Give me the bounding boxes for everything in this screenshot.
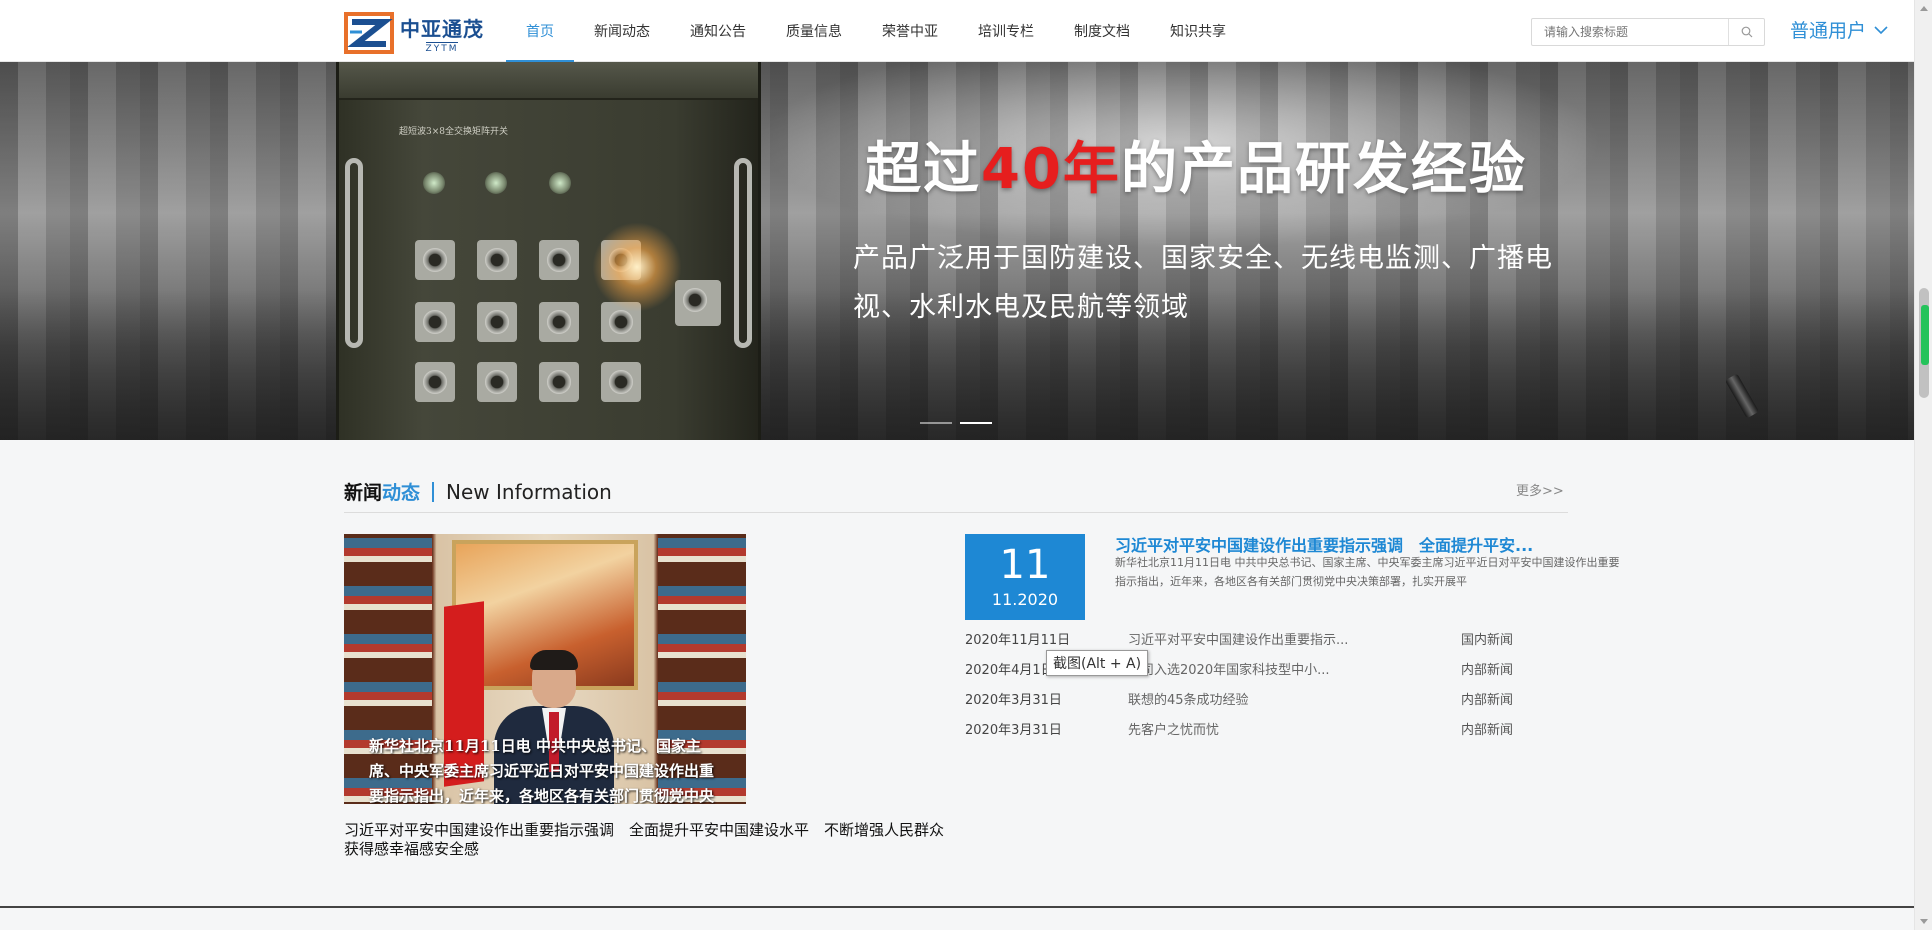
device-title: 超短波3×8全交换矩阵开关 xyxy=(399,127,508,137)
item-category: 内部新闻 xyxy=(1461,723,1514,738)
site-logo[interactable]: 中亚通茂 ZYTM xyxy=(344,12,484,54)
product-device-image: 超短波3×8全交换矩阵开关 xyxy=(336,62,761,440)
light-glow xyxy=(592,222,682,312)
photo-overlay-text: 新华社北京11月11日电 中共中央总书记、国家主席、中央军委主席习近平近日对平安… xyxy=(369,737,715,804)
banner-headline: 超过40年的产品研发经验 xyxy=(865,124,1527,205)
nav-training[interactable]: 培训专栏 xyxy=(958,0,1054,62)
nav-news[interactable]: 新闻动态 xyxy=(574,0,670,62)
site-header: 中亚通茂 ZYTM 首页 新闻动态 通知公告 质量信息 荣誉中亚 培训专栏 制度… xyxy=(0,0,1914,62)
page-scrollbar[interactable] xyxy=(1914,0,1932,930)
nav-honors[interactable]: 荣誉中亚 xyxy=(862,0,958,62)
item-date: 2020年3月31日 xyxy=(965,693,1062,708)
logo-en: ZYTM xyxy=(425,41,459,54)
list-item[interactable]: 2020年3月31日 联想的45条成功经验 内部新闻 xyxy=(965,691,1585,721)
carousel-dot-1[interactable] xyxy=(920,422,952,424)
device-led xyxy=(423,172,445,194)
photo-caption[interactable]: 习近平对平安中国建设作出重要指示强调 全面提升平安中国建设水平 不断增强人民群众… xyxy=(344,821,944,859)
scroll-down-icon[interactable] xyxy=(1920,919,1928,924)
item-category: 国内新闻 xyxy=(1461,633,1514,648)
device-led xyxy=(485,172,507,194)
featured-description: 新华社北京11月11日电 中共中央总书记、国家主席、中央军委主席习近平近日对平安… xyxy=(1115,556,1620,588)
section-divider xyxy=(344,512,1568,513)
device-top xyxy=(339,62,758,100)
banner-subline: 产品广泛用于国防建设、国家安全、无线电监测、广播电视、水利水电及民航等领域 xyxy=(853,243,1553,323)
screenshot-tooltip: 截图(Alt + A) xyxy=(1046,650,1149,676)
item-title[interactable]: 习近平对平安中国建设作出重要指示... xyxy=(1128,631,1348,651)
user-label: 普通用户 xyxy=(1790,20,1867,42)
list-item[interactable]: 2020年3月31日 先客户之忧而忧 内部新闻 xyxy=(965,721,1585,751)
carousel-dots xyxy=(920,422,992,424)
device-connector xyxy=(539,302,579,342)
device-connector xyxy=(477,362,517,402)
device-connector xyxy=(675,280,721,326)
device-connector xyxy=(539,240,579,280)
headline-post: 的产品研发经验 xyxy=(1120,137,1527,202)
nav-notices[interactable]: 通知公告 xyxy=(670,0,766,62)
title-separator xyxy=(432,481,435,502)
search-icon[interactable] xyxy=(1728,19,1764,45)
device-connector xyxy=(539,362,579,402)
device-connector xyxy=(601,362,641,402)
logo-text: 中亚通茂 ZYTM xyxy=(400,13,484,54)
news-photo[interactable]: 新华社北京11月11日电 中共中央总书记、国家主席、中央军委主席习近平近日对平安… xyxy=(344,534,746,804)
device-handle-right xyxy=(734,158,752,348)
device-connector xyxy=(415,240,455,280)
device-handle-left xyxy=(345,158,363,348)
nav-knowledge[interactable]: 知识共享 xyxy=(1150,0,1246,62)
nav-home[interactable]: 首页 xyxy=(506,0,574,62)
device-connector xyxy=(477,240,517,280)
bottom-divider xyxy=(0,906,1914,908)
news-list: 2020年11月11日 习近平对平安中国建设作出重要指示... 国内新闻 202… xyxy=(965,631,1585,751)
featured-date-box: 11 11.2020 xyxy=(965,534,1085,620)
item-date: 2020年11月11日 xyxy=(965,633,1071,648)
chevron-down-icon xyxy=(1874,25,1888,34)
item-category: 内部新闻 xyxy=(1461,693,1514,708)
user-menu[interactable]: 普通用户 xyxy=(1790,16,1888,43)
news-section-title: 新闻 动态 New Information xyxy=(344,478,612,505)
item-date: 2020年4月1日 xyxy=(965,663,1054,678)
device-connector xyxy=(415,362,455,402)
device-led xyxy=(549,172,571,194)
person-hair xyxy=(530,650,578,670)
nav-quality[interactable]: 质量信息 xyxy=(766,0,862,62)
title-part2: 动态 xyxy=(382,482,421,504)
device-connector xyxy=(477,302,517,342)
scroll-up-icon[interactable] xyxy=(1920,6,1928,11)
title-part1: 新闻 xyxy=(344,482,383,504)
logo-cn: 中亚通茂 xyxy=(400,16,484,41)
search-box xyxy=(1531,18,1765,46)
nav-documents[interactable]: 制度文档 xyxy=(1054,0,1150,62)
hero-banner: 超短波3×8全交换矩阵开关 超过40年的产品研发经验 产品广泛用于国防建设、国家… xyxy=(0,62,1914,440)
title-en: New Information xyxy=(446,479,612,504)
side-widget-tab[interactable] xyxy=(1921,305,1929,365)
item-title[interactable]: 联想的45条成功经验 xyxy=(1128,691,1249,711)
item-title[interactable]: 先客户之忧而忧 xyxy=(1128,721,1219,741)
search-input[interactable] xyxy=(1532,19,1728,45)
carousel-dot-2[interactable] xyxy=(960,422,992,424)
headline-pre: 超过 xyxy=(865,137,981,202)
featured-day: 11 xyxy=(999,542,1051,588)
more-link[interactable]: 更多>> xyxy=(1516,480,1564,499)
featured-year-month: 11.2020 xyxy=(991,590,1059,609)
main-nav: 首页 新闻动态 通知公告 质量信息 荣誉中亚 培训专栏 制度文档 知识共享 xyxy=(506,0,1246,62)
logo-mark-icon xyxy=(344,12,394,54)
item-date: 2020年3月31日 xyxy=(965,723,1062,738)
headline-accent: 40年 xyxy=(981,137,1121,202)
item-title[interactable]: 公司入选2020年国家科技型中小... xyxy=(1128,661,1329,681)
item-category: 内部新闻 xyxy=(1461,663,1514,678)
device-connector xyxy=(415,302,455,342)
